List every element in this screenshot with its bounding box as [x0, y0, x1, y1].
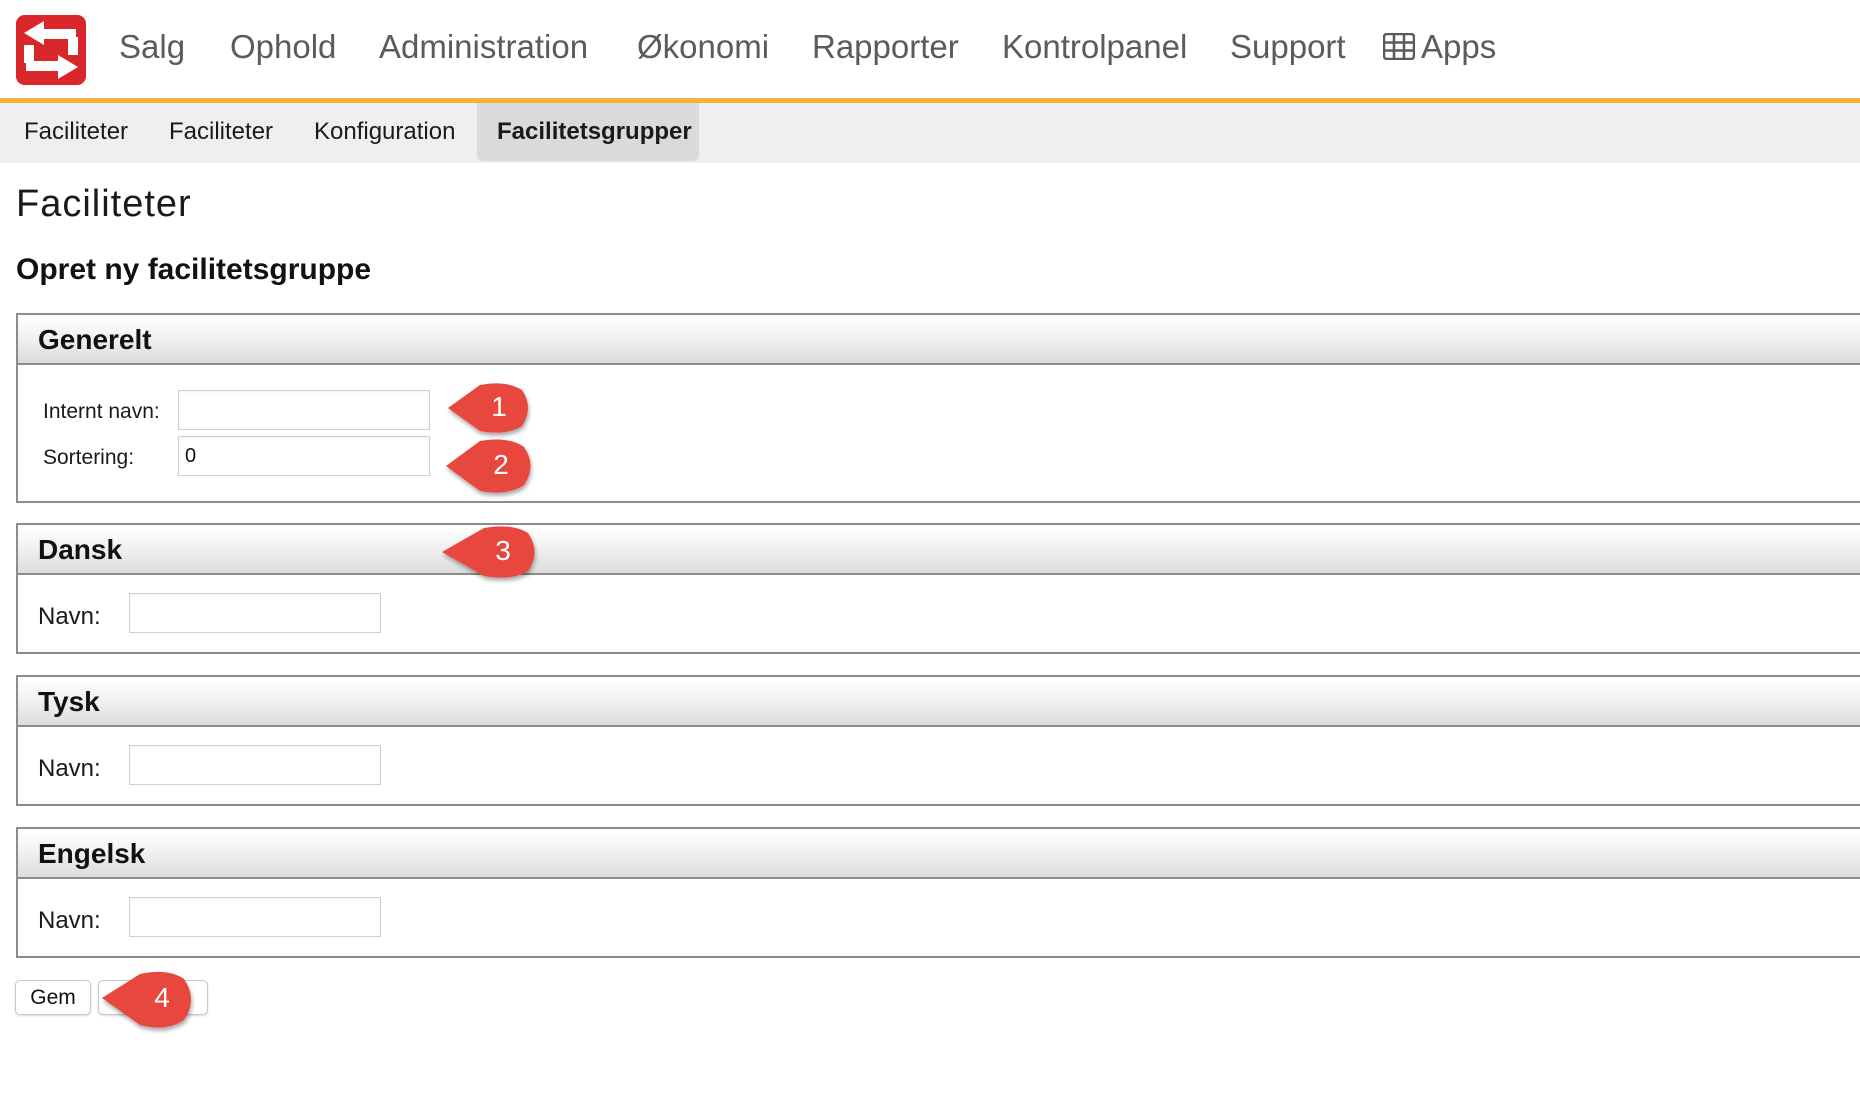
- panel-general: Generelt Internt navn: Sortering:: [16, 313, 1860, 503]
- callout-number-4: 4: [154, 982, 170, 1013]
- nav-item-okonomi[interactable]: Økonomi: [637, 28, 769, 66]
- top-navigation-bar: Salg Ophold Administration Økonomi Rappo…: [0, 0, 1860, 103]
- logo-arrows-icon: [16, 15, 86, 85]
- danish-name-label: Navn:: [38, 603, 101, 630]
- nav-item-administration[interactable]: Administration: [379, 28, 588, 66]
- subnav-item-konfiguration[interactable]: Konfiguration: [294, 103, 475, 161]
- subnav-item-faciliteter-2[interactable]: Faciliteter: [149, 103, 293, 161]
- internal-name-label: Internt navn:: [43, 400, 160, 423]
- panel-danish: Dansk Navn:: [16, 523, 1860, 654]
- nav-item-kontrolpanel[interactable]: Kontrolpanel: [1002, 28, 1187, 66]
- sort-input[interactable]: [178, 436, 430, 476]
- nav-item-apps[interactable]: Apps: [1383, 28, 1496, 66]
- german-name-input[interactable]: [129, 745, 381, 785]
- sub-navigation: Faciliteter Faciliteter Konfiguration Fa…: [0, 103, 1860, 163]
- callout-marker-3: 3: [440, 525, 542, 579]
- grid-icon: [1383, 32, 1415, 60]
- callout-marker-1: 1: [446, 382, 532, 434]
- subnav-item-faciliteter[interactable]: Faciliteter: [4, 103, 148, 161]
- page-title: Faciliteter: [16, 183, 192, 225]
- english-name-input[interactable]: [129, 897, 381, 937]
- panel-danish-header: Dansk: [18, 525, 1860, 575]
- panel-german-header: Tysk: [18, 677, 1860, 727]
- panel-english-header: Engelsk: [18, 829, 1860, 879]
- callout-marker-2: 2: [444, 438, 536, 494]
- panel-german: Tysk Navn:: [16, 675, 1860, 806]
- panel-english: Engelsk Navn:: [16, 827, 1860, 958]
- callout-number-2: 2: [493, 449, 509, 480]
- english-name-label: Navn:: [38, 907, 101, 934]
- apps-label: Apps: [1421, 28, 1497, 65]
- callout-number-3: 3: [495, 535, 511, 566]
- nav-item-ophold[interactable]: Ophold: [230, 28, 336, 66]
- nav-item-salg[interactable]: Salg: [119, 28, 185, 66]
- form-title: Opret ny facilitetsgruppe: [16, 253, 372, 286]
- callout-marker-4: 4: [100, 970, 200, 1030]
- nav-item-rapporter[interactable]: Rapporter: [812, 28, 959, 66]
- save-button[interactable]: Gem: [15, 980, 91, 1015]
- german-name-label: Navn:: [38, 755, 101, 782]
- panel-general-header: Generelt: [18, 315, 1860, 365]
- subnav-item-facilitetsgrupper[interactable]: Facilitetsgrupper: [477, 103, 699, 161]
- callout-number-1: 1: [491, 391, 507, 422]
- nav-item-support[interactable]: Support: [1230, 28, 1346, 66]
- app-logo[interactable]: [16, 15, 86, 85]
- danish-name-input[interactable]: [129, 593, 381, 633]
- sort-label: Sortering:: [43, 446, 135, 469]
- internal-name-input[interactable]: [178, 390, 430, 430]
